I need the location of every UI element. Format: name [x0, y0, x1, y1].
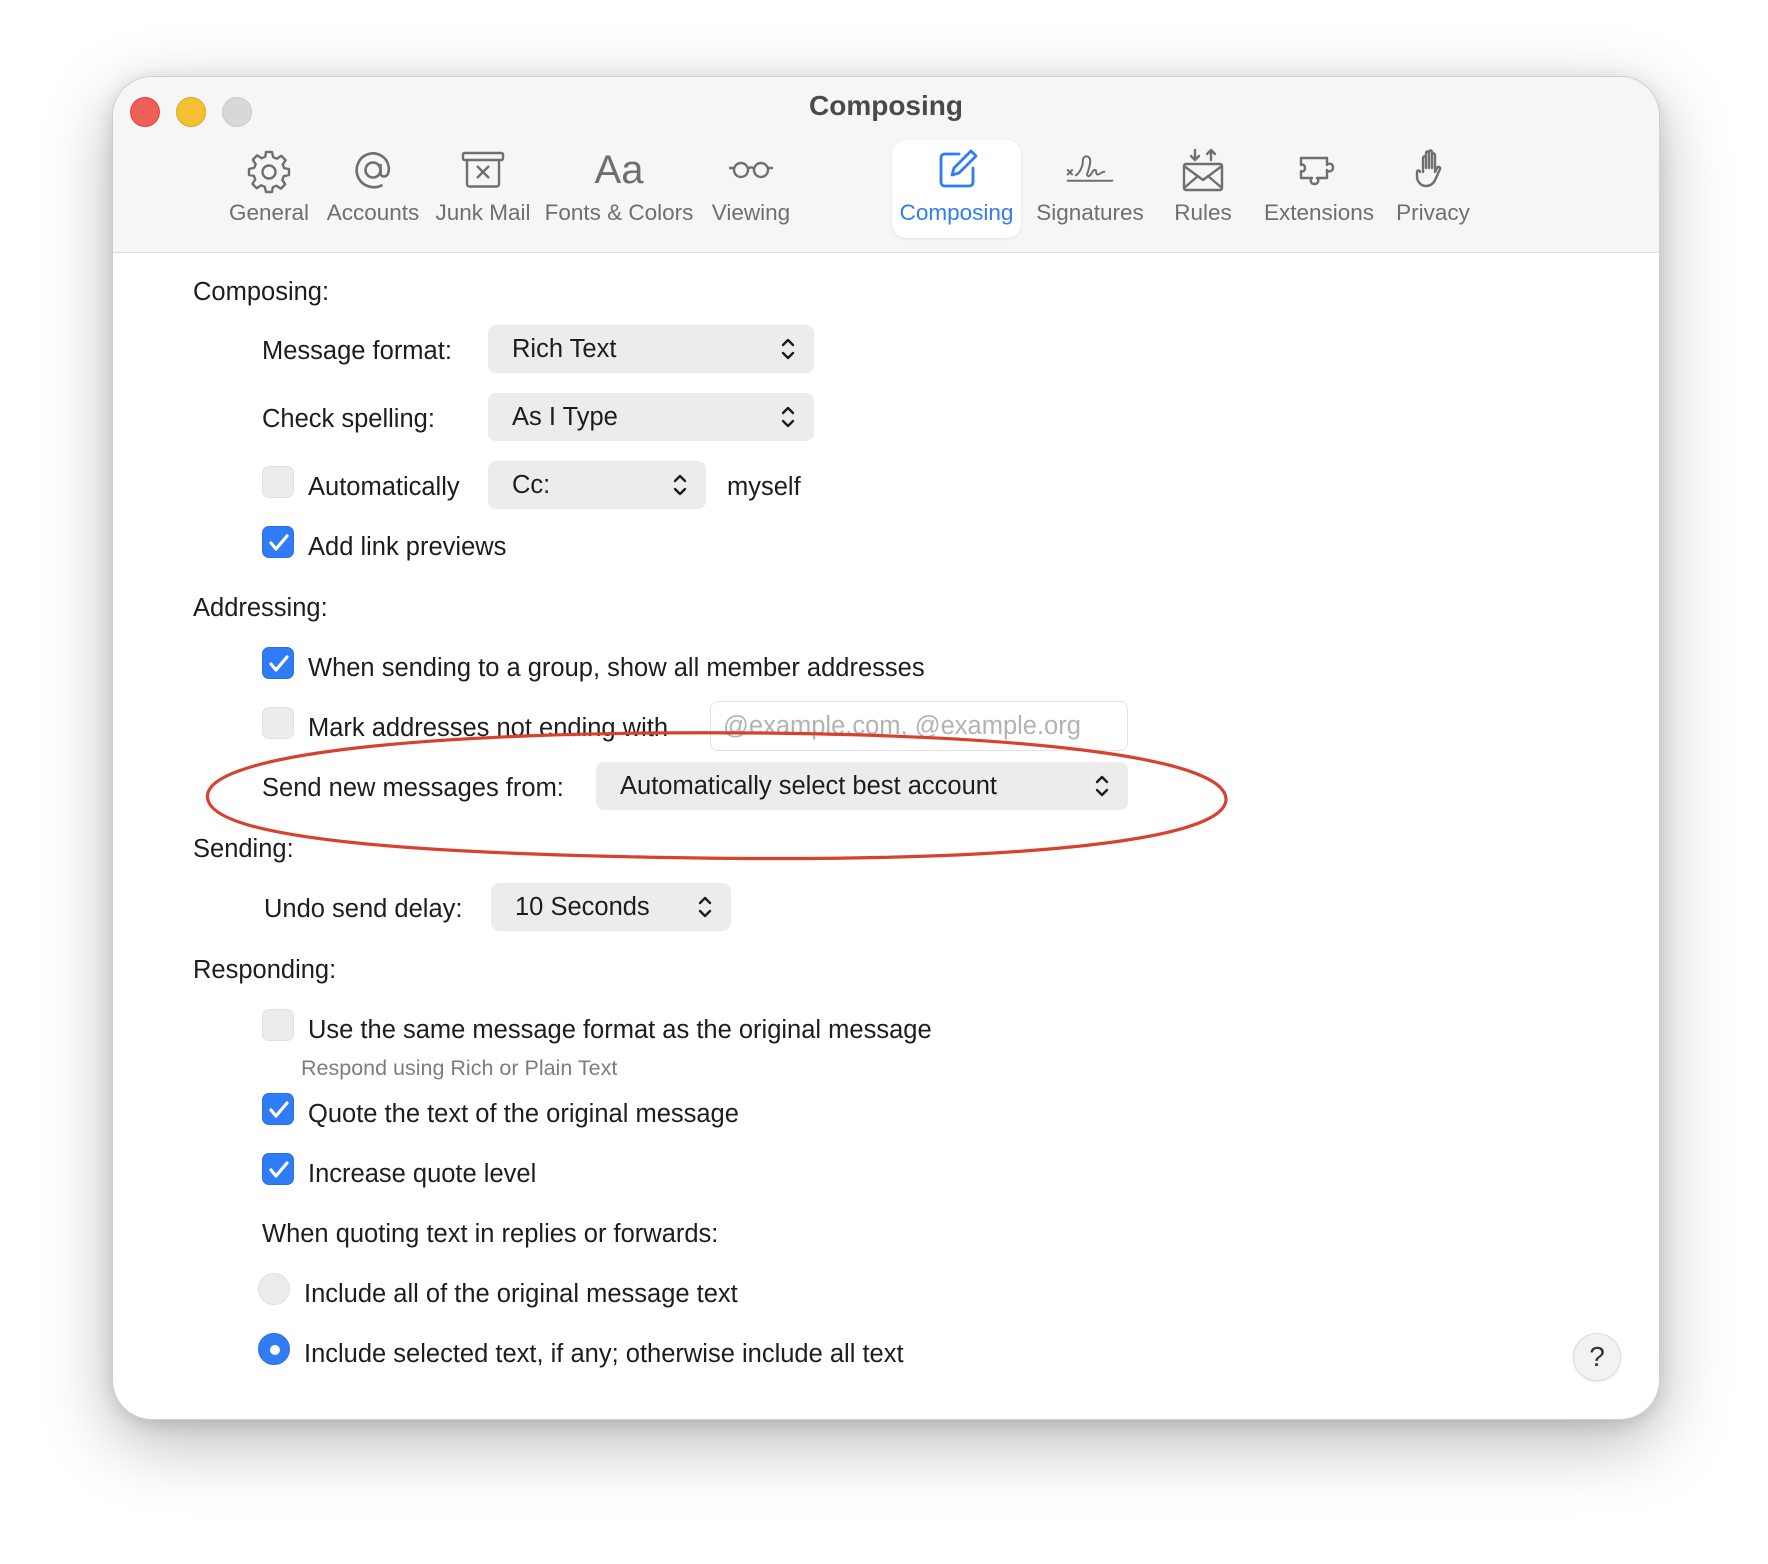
tab-privacy[interactable]: Privacy — [1385, 140, 1481, 238]
popup-value: As I Type — [512, 402, 618, 431]
quoting-heading: When quoting text in replies or forwards… — [262, 1220, 719, 1248]
message-format-popup[interactable]: Rich Text — [488, 325, 814, 373]
increase-quote-label: Increase quote level — [308, 1160, 537, 1188]
auto-cc-label: Automatically — [308, 473, 460, 501]
same-format-checkbox[interactable] — [262, 1009, 294, 1041]
popup-value: 10 Seconds — [515, 892, 650, 921]
settings-content: Composing: Message format: Rich Text Che… — [113, 254, 1659, 1419]
tab-extensions[interactable]: Extensions — [1250, 140, 1388, 238]
tab-label: Fonts & Colors — [544, 200, 694, 225]
at-sign-icon — [345, 144, 401, 196]
quote-text-checkbox[interactable] — [262, 1093, 294, 1125]
same-format-label: Use the same message format as the origi… — [308, 1016, 932, 1044]
include-selected-label: Include selected text, if any; otherwise… — [304, 1340, 904, 1368]
tab-signatures[interactable]: Signatures — [1025, 140, 1155, 238]
popup-value: Rich Text — [512, 334, 617, 363]
quote-text-label: Quote the text of the original message — [308, 1100, 739, 1128]
addressing-heading: Addressing: — [193, 594, 328, 622]
tab-label: Junk Mail — [435, 200, 531, 225]
auto-cc-checkbox[interactable] — [262, 466, 294, 498]
aa-glyph: Aa — [594, 148, 644, 192]
tab-general[interactable]: General — [213, 140, 325, 238]
include-all-label: Include all of the original message text — [304, 1280, 738, 1308]
tab-rules[interactable]: Rules — [1160, 140, 1246, 238]
window-title: Composing — [809, 90, 963, 121]
popup-value: Cc: — [512, 470, 551, 499]
screenshot-stage: Composing General Accounts Junk Mail Aa … — [0, 0, 1768, 1564]
mark-addresses-field[interactable] — [710, 701, 1128, 751]
link-previews-label: Add link previews — [308, 533, 507, 561]
mail-settings-window: Composing General Accounts Junk Mail Aa … — [112, 76, 1660, 1420]
toolbar: Composing General Accounts Junk Mail Aa … — [113, 77, 1659, 253]
responding-heading: Responding: — [193, 956, 337, 984]
tab-label: Signatures — [1036, 200, 1144, 225]
mark-addresses-input[interactable] — [723, 711, 1127, 741]
auto-cc-suffix: myself — [727, 473, 801, 501]
same-format-sublabel: Respond using Rich or Plain Text — [301, 1056, 618, 1080]
hand-icon — [1405, 144, 1461, 196]
tab-label: Privacy — [1396, 200, 1470, 225]
tab-label: General — [228, 200, 310, 225]
signature-icon — [1062, 144, 1118, 196]
tab-junk-mail[interactable]: Junk Mail — [423, 140, 543, 238]
increase-quote-checkbox[interactable] — [262, 1153, 294, 1185]
send-from-label: Send new messages from: — [262, 774, 564, 802]
gear-icon — [241, 144, 297, 196]
chevron-updown-icon — [781, 406, 795, 428]
include-all-radio[interactable] — [258, 1273, 290, 1305]
glasses-icon — [723, 144, 779, 196]
tab-accounts[interactable]: Accounts — [318, 140, 428, 238]
send-from-popup[interactable]: Automatically select best account — [596, 762, 1128, 810]
sending-heading: Sending: — [193, 835, 294, 863]
tab-label: Viewing — [711, 200, 791, 225]
chevron-updown-icon — [781, 338, 795, 360]
help-button[interactable]: ? — [1573, 1333, 1621, 1381]
group-addresses-checkbox[interactable] — [262, 647, 294, 679]
tab-label: Extensions — [1263, 200, 1375, 225]
composing-heading: Composing: — [193, 278, 330, 306]
checkmark-icon — [269, 534, 289, 551]
envelope-rules-icon — [1175, 144, 1231, 196]
check-spelling-popup[interactable]: As I Type — [488, 393, 814, 441]
checkmark-icon — [269, 1161, 289, 1178]
compose-icon — [929, 144, 985, 196]
puzzle-icon — [1291, 144, 1347, 196]
check-spelling-label: Check spelling: — [262, 405, 435, 433]
undo-send-popup[interactable]: 10 Seconds — [491, 883, 731, 931]
tab-composing[interactable]: Composing — [892, 140, 1021, 238]
auto-cc-popup[interactable]: Cc: — [488, 461, 706, 509]
chevron-updown-icon — [1095, 775, 1109, 797]
mark-addresses-checkbox[interactable] — [262, 707, 294, 739]
checkmark-icon — [269, 655, 289, 672]
junk-box-icon — [455, 144, 511, 196]
tab-label: Accounts — [326, 200, 420, 225]
undo-send-label: Undo send delay: — [264, 895, 463, 923]
popup-value: Automatically select best account — [620, 771, 998, 800]
tab-viewing[interactable]: Viewing — [695, 140, 807, 238]
chevron-updown-icon — [673, 474, 687, 496]
aa-icon: Aa — [591, 144, 647, 196]
tab-label: Rules — [1174, 200, 1232, 225]
group-addresses-label: When sending to a group, show all member… — [308, 654, 925, 682]
tab-label: Composing — [899, 200, 1014, 225]
message-format-label: Message format: — [262, 337, 452, 365]
include-selected-radio[interactable] — [258, 1333, 290, 1365]
mark-addresses-label: Mark addresses not ending with — [308, 714, 669, 742]
chevron-updown-icon — [698, 896, 712, 918]
tab-fonts-colors[interactable]: Aa Fonts & Colors — [538, 140, 700, 238]
checkmark-icon — [269, 1101, 289, 1118]
link-previews-checkbox[interactable] — [262, 526, 294, 558]
